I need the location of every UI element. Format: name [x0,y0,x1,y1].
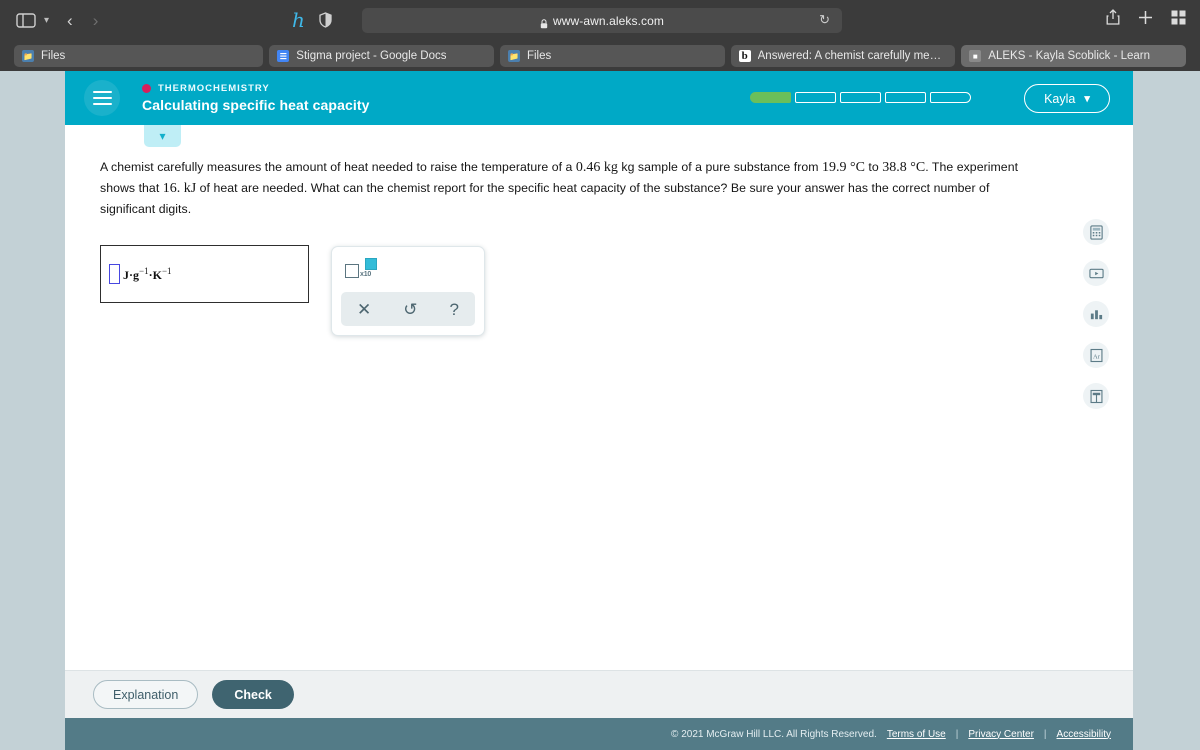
unit-kelvin: K [152,267,162,282]
clear-button[interactable]: ✕ [357,301,371,318]
question-mass-value: 0.46 [575,160,601,175]
browser-tab-files-2[interactable]: 📁 Files [499,45,725,67]
hypothesis-icon[interactable]: h [292,9,305,31]
browser-toolbar: ▾ ‹ › h www-awn.aleks.com ↻ [0,0,1200,41]
share-icon[interactable] [1106,9,1120,30]
aleks-header: THERMOCHEMISTRY Calculating specific hea… [65,71,1133,125]
answer-row: J·g−1·K−1 x10 ✕ ↺ ? [100,245,1093,336]
reload-icon[interactable]: ↻ [819,12,830,28]
browser-extensions: h [292,9,332,31]
aleks-icon: ■ [969,50,982,62]
aleks-app: THERMOCHEMISTRY Calculating specific hea… [65,71,1133,750]
progress-segment [885,92,926,103]
progress-segment [750,92,791,103]
question-part-5: of heat are needed. What can the chemist… [100,181,990,216]
question-part-3: to [864,160,883,174]
tab-title: Files [526,50,552,62]
url-text: www-awn.aleks.com [552,13,665,28]
unit-gram-exponent: −1 [139,265,149,276]
math-tool-panel: x10 ✕ ↺ ? [331,246,485,336]
sci-x10-label: x10 [360,271,372,278]
footer-separator: | [955,728,959,740]
address-bar[interactable]: www-awn.aleks.com ↻ [362,8,842,33]
terms-of-use-link[interactable]: Terms of Use [887,729,946,740]
tab-strip: 📁 Files ☰ Stigma project - Google Docs 📁… [0,41,1200,71]
answer-input-box[interactable]: J·g−1·K−1 [100,245,309,303]
browser-tab-files-1[interactable]: 📁 Files [14,45,264,67]
tab-title: Files [41,50,66,62]
files-icon: 📁 [507,50,520,62]
shield-icon[interactable] [319,12,332,28]
scientific-notation-button[interactable]: x10 [345,258,377,280]
resource-toolbar: Ar [1083,219,1109,409]
privacy-center-link[interactable]: Privacy Center [968,729,1034,740]
brainly-icon: b [738,50,751,62]
topic-line: THERMOCHEMISTRY [142,83,369,94]
forward-arrow-icon[interactable]: › [93,11,99,31]
question-part-1: A chemist carefully measures the amount … [100,160,576,174]
topic-status-dot-icon [142,84,151,93]
undo-button[interactable]: ↺ [403,301,417,318]
action-bar: Explanation Check [65,670,1133,718]
tab-title: Stigma project - Google Docs [296,50,447,62]
new-tab-plus-icon[interactable] [1138,10,1153,30]
header-titles: THERMOCHEMISTRY Calculating specific hea… [142,83,369,113]
browser-right-icons [1106,9,1186,30]
tool-actions: ✕ ↺ ? [341,292,475,326]
google-docs-icon: ☰ [277,50,290,62]
page-title: Calculating specific heat capacity [142,97,370,113]
back-arrow-icon[interactable]: ‹ [67,11,73,31]
svg-text:Ar: Ar [1093,353,1101,360]
footer: © 2021 McGraw Hill LLC. All Rights Reser… [65,718,1133,750]
answer-units: J·g−1·K−1 [123,266,172,283]
hamburger-menu-icon[interactable] [84,80,120,116]
question-temp-end: 38.8 [882,160,907,175]
question-temp-end-unit: °C [906,160,926,175]
chevron-down-icon: ▾ [1084,93,1090,105]
sidebar-dropdown-chevron-icon[interactable]: ▾ [44,15,49,26]
calculator-icon[interactable] [1083,219,1109,245]
question-text: A chemist carefully measures the amount … [100,157,1038,219]
user-name: Kayla [1044,91,1076,106]
periodic-table-icon[interactable]: Ar [1083,342,1109,368]
accessibility-link[interactable]: Accessibility [1057,729,1111,740]
data-chart-icon[interactable] [1083,301,1109,327]
footer-separator: | [1043,728,1047,740]
sidebar-toggle-icon[interactable] [14,11,38,31]
reference-book-icon[interactable] [1083,383,1109,409]
page-background: THERMOCHEMISTRY Calculating specific hea… [0,71,1200,750]
progress-segment [840,92,881,103]
copyright-text: © 2021 McGraw Hill LLC. All Rights Reser… [671,728,877,740]
browser-tab-aleks[interactable]: ■ ALEKS - Kayla Scoblick - Learn [961,45,1186,67]
question-heat-unit: kJ [180,181,197,196]
sci-base-box-icon [345,264,359,278]
browser-chrome: ▾ ‹ › h www-awn.aleks.com ↻ 📁 Files ☰ St… [0,0,1200,71]
progress-segment [930,92,971,103]
video-tutorial-icon[interactable] [1083,260,1109,286]
check-button[interactable]: Check [212,680,294,709]
content-area: A chemist carefully measures the amount … [65,125,1133,336]
tab-title: Answered: A chemist carefully measure... [757,50,948,62]
topic-name: THERMOCHEMISTRY [158,83,270,94]
lock-icon [540,16,548,28]
browser-tab-brainly[interactable]: b Answered: A chemist carefully measure.… [730,45,956,67]
files-icon: 📁 [22,50,34,62]
answer-input-field[interactable] [109,264,120,284]
question-temp-start-unit: °C [846,160,865,175]
progress-segment [795,92,836,103]
user-menu-button[interactable]: Kayla ▾ [1024,84,1110,113]
question-part-2: kg sample of a pure substance from [617,160,823,174]
question-temp-start: 19.9 [822,160,847,175]
browser-tab-google-docs[interactable]: ☰ Stigma project - Google Docs [269,45,494,67]
progress-indicator [750,92,971,103]
question-heat-value: 16. [162,181,181,196]
unit-kelvin-exponent: −1 [161,265,172,276]
help-button[interactable]: ? [450,301,459,318]
question-mass-unit: kg [600,160,618,175]
tab-overview-grid-icon[interactable] [1171,10,1186,30]
tab-title: ALEKS - Kayla Scoblick - Learn [988,50,1151,62]
explanation-button[interactable]: Explanation [93,680,199,709]
sci-exponent-box-icon [365,258,377,270]
